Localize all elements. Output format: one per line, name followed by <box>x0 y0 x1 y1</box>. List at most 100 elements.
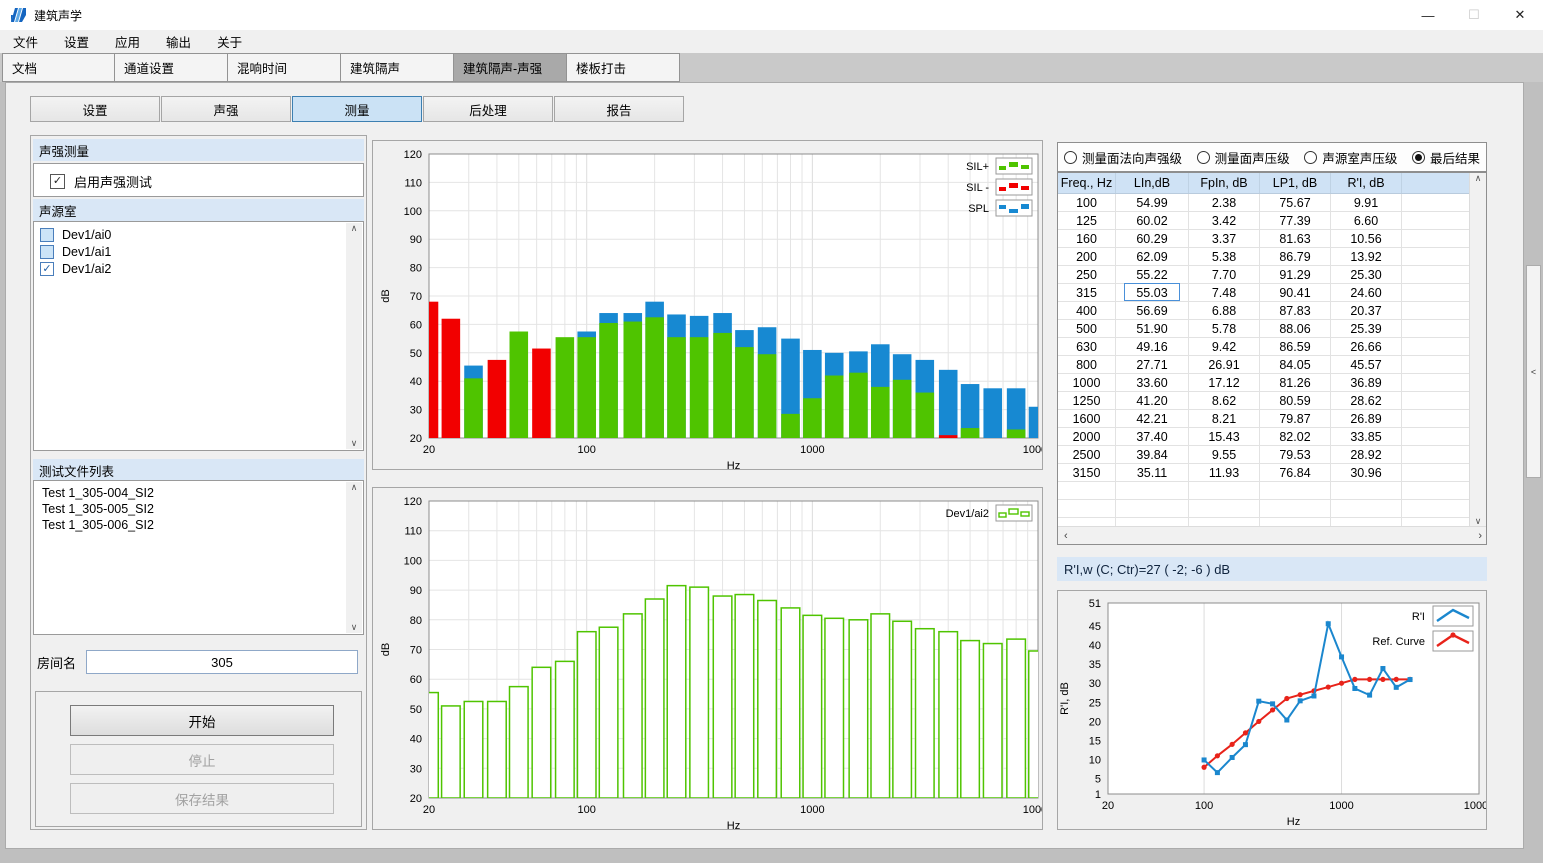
table-cell[interactable] <box>1402 374 1470 391</box>
table-cell[interactable]: 81.26 <box>1260 374 1331 391</box>
scroll-up-icon[interactable]: ∧ <box>1475 173 1482 184</box>
table-cell[interactable]: 160 <box>1058 230 1116 247</box>
table-cell[interactable]: 8.21 <box>1189 410 1260 427</box>
main-tab-1[interactable]: 通道设置 <box>115 53 228 82</box>
table-cell[interactable]: 41.20 <box>1116 392 1189 409</box>
table-cell[interactable]: 13.92 <box>1331 248 1402 265</box>
table-cell[interactable]: 45.57 <box>1331 356 1402 373</box>
test-file-item-1[interactable]: Test 1_305-005_SI2 <box>34 501 363 517</box>
radio-dot-0[interactable] <box>1064 151 1077 164</box>
table-cell[interactable]: 81.63 <box>1260 230 1331 247</box>
sub-tab-4[interactable]: 报告 <box>554 96 684 122</box>
table-cell[interactable]: 79.53 <box>1260 446 1331 463</box>
table-cell[interactable]: 7.70 <box>1189 266 1260 283</box>
menu-item-4[interactable]: 关于 <box>204 32 255 51</box>
table-cell[interactable]: 3.42 <box>1189 212 1260 229</box>
table-cell[interactable] <box>1402 464 1470 481</box>
table-cell[interactable]: 100 <box>1058 194 1116 211</box>
radio-dot-2[interactable] <box>1304 151 1317 164</box>
table-header-5[interactable] <box>1402 173 1470 193</box>
save-results-button[interactable]: 保存结果 <box>70 783 334 814</box>
table-cell[interactable] <box>1402 338 1470 355</box>
table-cell[interactable] <box>1402 320 1470 337</box>
table-cell[interactable]: 49.16 <box>1116 338 1189 355</box>
table-cell[interactable]: 60.29 <box>1116 230 1189 247</box>
table-cell[interactable]: 500 <box>1058 320 1116 337</box>
table-cell[interactable] <box>1402 392 1470 409</box>
main-tab-2[interactable]: 混响时间 <box>228 53 341 82</box>
table-cell[interactable]: 87.83 <box>1260 302 1331 319</box>
channel-checkbox-2[interactable]: ✓ <box>40 262 54 276</box>
table-cell[interactable]: 27.71 <box>1116 356 1189 373</box>
table-cell[interactable]: 200 <box>1058 248 1116 265</box>
main-tab-4[interactable]: 建筑隔声-声强 <box>454 53 567 82</box>
menu-item-3[interactable]: 输出 <box>153 32 204 51</box>
table-cell[interactable]: 5.78 <box>1189 320 1260 337</box>
table-cell[interactable]: 250 <box>1058 266 1116 283</box>
table-cell[interactable]: 60.02 <box>1116 212 1189 229</box>
table-cell[interactable]: 2500 <box>1058 446 1116 463</box>
channel-item-1[interactable]: Dev1/ai1 <box>34 243 363 260</box>
table-cell[interactable]: 17.12 <box>1189 374 1260 391</box>
table-cell[interactable]: 39.84 <box>1116 446 1189 463</box>
radio-dot-1[interactable] <box>1197 151 1210 164</box>
scroll-up-icon[interactable]: ∧ <box>351 223 358 234</box>
table-cell[interactable]: 7.48 <box>1189 284 1260 301</box>
table-cell[interactable]: 26.91 <box>1189 356 1260 373</box>
main-tab-0[interactable]: 文档 <box>2 53 115 82</box>
table-cell[interactable]: 30.96 <box>1331 464 1402 481</box>
table-cell[interactable]: 90.41 <box>1260 284 1331 301</box>
table-cell[interactable]: 76.84 <box>1260 464 1331 481</box>
table-cell[interactable]: 54.99 <box>1116 194 1189 211</box>
table-cell[interactable]: 91.29 <box>1260 266 1331 283</box>
sub-tab-0[interactable]: 设置 <box>30 96 160 122</box>
minimize-button[interactable]: — <box>1405 0 1451 30</box>
table-cell[interactable]: 51.90 <box>1116 320 1189 337</box>
table-cell[interactable]: 9.42 <box>1189 338 1260 355</box>
table-cell[interactable]: 3.37 <box>1189 230 1260 247</box>
main-tab-3[interactable]: 建筑隔声 <box>341 53 454 82</box>
scroll-right-icon[interactable]: › <box>1478 530 1482 542</box>
table-cell[interactable]: 2000 <box>1058 428 1116 445</box>
table-cell[interactable] <box>1402 212 1470 229</box>
table-cell[interactable]: 79.87 <box>1260 410 1331 427</box>
table-cell[interactable]: 6.88 <box>1189 302 1260 319</box>
table-cell[interactable]: 42.21 <box>1116 410 1189 427</box>
table-cell[interactable]: 3150 <box>1058 464 1116 481</box>
table-cell[interactable]: 26.89 <box>1331 410 1402 427</box>
radio-option-3[interactable]: 最后结果 <box>1412 148 1480 167</box>
maximize-button[interactable]: ☐ <box>1451 0 1497 30</box>
table-cell[interactable]: 125 <box>1058 212 1116 229</box>
table-cell[interactable] <box>1402 230 1470 247</box>
table-cell[interactable]: 88.06 <box>1260 320 1331 337</box>
table-header-1[interactable]: LIn,dB <box>1116 173 1189 193</box>
menu-item-0[interactable]: 文件 <box>0 32 51 51</box>
channel-item-0[interactable]: Dev1/ai0 <box>34 226 363 243</box>
table-cell[interactable]: 25.39 <box>1331 320 1402 337</box>
menu-item-1[interactable]: 设置 <box>51 32 102 51</box>
table-cell[interactable]: 11.93 <box>1189 464 1260 481</box>
radio-option-2[interactable]: 声源室声压级 <box>1304 148 1397 167</box>
table-cell[interactable] <box>1402 446 1470 463</box>
table-cell[interactable]: 1000 <box>1058 374 1116 391</box>
sub-tab-1[interactable]: 声强 <box>161 96 291 122</box>
channel-checkbox-0[interactable] <box>40 228 54 242</box>
table-cell[interactable]: 6.60 <box>1331 212 1402 229</box>
main-tab-5[interactable]: 楼板打击 <box>567 53 680 82</box>
enable-intensity-checkbox[interactable]: ✓ <box>50 174 65 189</box>
table-cell[interactable] <box>1402 302 1470 319</box>
radio-option-0[interactable]: 测量面法向声强级 <box>1064 148 1182 167</box>
table-cell[interactable] <box>1402 284 1470 301</box>
table-cell[interactable]: 800 <box>1058 356 1116 373</box>
scroll-down-icon[interactable]: ∨ <box>351 622 358 633</box>
table-cell[interactable]: 86.79 <box>1260 248 1331 265</box>
table-cell[interactable]: 33.60 <box>1116 374 1189 391</box>
radio-option-1[interactable]: 测量面声压级 <box>1197 148 1290 167</box>
test-file-item-0[interactable]: Test 1_305-004_SI2 <box>34 485 363 501</box>
table-cell[interactable]: 5.38 <box>1189 248 1260 265</box>
table-cell[interactable]: 315 <box>1058 284 1116 301</box>
start-button[interactable]: 开始 <box>70 705 334 736</box>
panel-collapse-button[interactable]: < <box>1526 265 1541 478</box>
table-cell[interactable]: 75.67 <box>1260 194 1331 211</box>
table-cell[interactable]: 77.39 <box>1260 212 1331 229</box>
